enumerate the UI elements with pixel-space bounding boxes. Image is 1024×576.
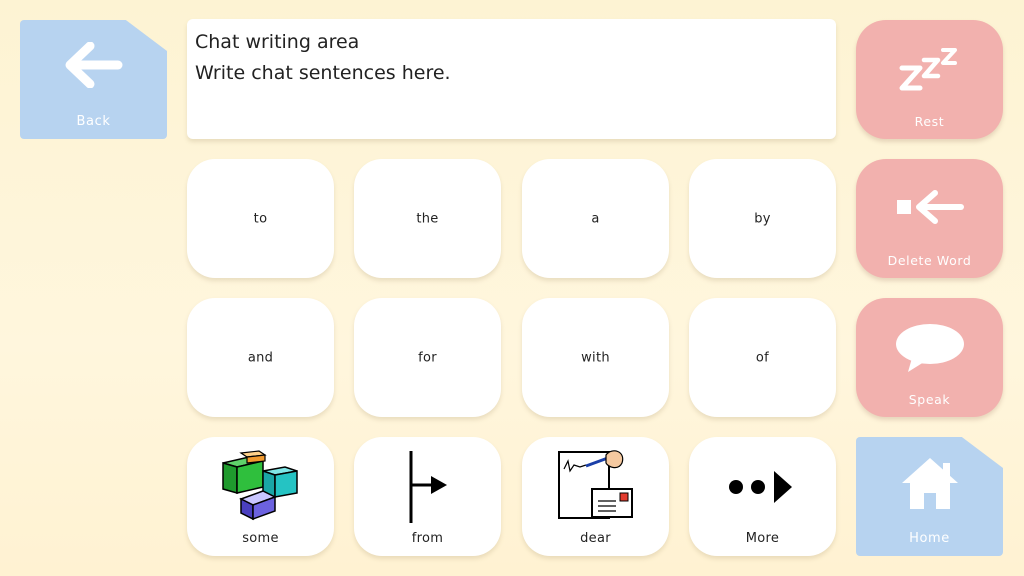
word-tile-with[interactable]: with bbox=[522, 298, 669, 417]
word-label: by bbox=[754, 211, 771, 226]
word-label: of bbox=[755, 350, 770, 365]
word-label: to bbox=[253, 211, 268, 226]
chat-title: Chat writing area bbox=[195, 31, 360, 53]
word-tile-for[interactable]: for bbox=[354, 298, 501, 417]
colored-blocks-icon bbox=[219, 449, 303, 527]
word-label: dear bbox=[580, 531, 611, 546]
delete-word-button[interactable]: Delete Word bbox=[856, 159, 1003, 278]
chat-writing-area[interactable]: Chat writing area Write chat sentences h… bbox=[187, 19, 836, 139]
back-button[interactable]: Back bbox=[20, 20, 167, 139]
word-label: for bbox=[418, 350, 437, 365]
word-tile-from[interactable]: from bbox=[354, 437, 501, 556]
back-label: Back bbox=[76, 114, 111, 129]
delete-word-label: Delete Word bbox=[887, 253, 972, 268]
word-tile-dear[interactable]: dear bbox=[522, 437, 669, 556]
rest-label: Rest bbox=[914, 114, 945, 129]
word-tile-a[interactable]: a bbox=[522, 159, 669, 278]
word-label: some bbox=[242, 531, 279, 546]
from-arrow-icon bbox=[403, 449, 453, 529]
word-label: with bbox=[581, 350, 610, 365]
more-arrow-icon bbox=[728, 469, 798, 509]
word-tile-of[interactable]: of bbox=[689, 298, 836, 417]
word-label: a bbox=[591, 211, 600, 226]
speak-label: Speak bbox=[908, 392, 951, 407]
speech-bubble-icon bbox=[894, 322, 966, 377]
word-tile-and[interactable]: and bbox=[187, 298, 334, 417]
chat-placeholder: Write chat sentences here. bbox=[195, 62, 451, 84]
delete-word-arrow-icon bbox=[895, 189, 965, 228]
rest-button[interactable]: Rest bbox=[856, 20, 1003, 139]
word-tile-by[interactable]: by bbox=[689, 159, 836, 278]
word-tile-the[interactable]: the bbox=[354, 159, 501, 278]
word-tile-to[interactable]: to bbox=[187, 159, 334, 278]
word-tile-more[interactable]: More bbox=[689, 437, 836, 556]
speak-button[interactable]: Speak bbox=[856, 298, 1003, 417]
sleep-zzz-icon bbox=[898, 44, 962, 97]
home-label: Home bbox=[909, 531, 950, 546]
word-label: from bbox=[411, 531, 444, 546]
house-icon bbox=[899, 455, 961, 515]
word-label: and bbox=[247, 350, 274, 365]
word-tile-some[interactable]: some bbox=[187, 437, 334, 556]
home-button[interactable]: Home bbox=[856, 437, 1003, 556]
letter-writing-icon bbox=[556, 449, 636, 529]
word-label: the bbox=[416, 211, 439, 226]
word-label: More bbox=[745, 531, 780, 546]
arrow-left-icon bbox=[64, 41, 124, 92]
